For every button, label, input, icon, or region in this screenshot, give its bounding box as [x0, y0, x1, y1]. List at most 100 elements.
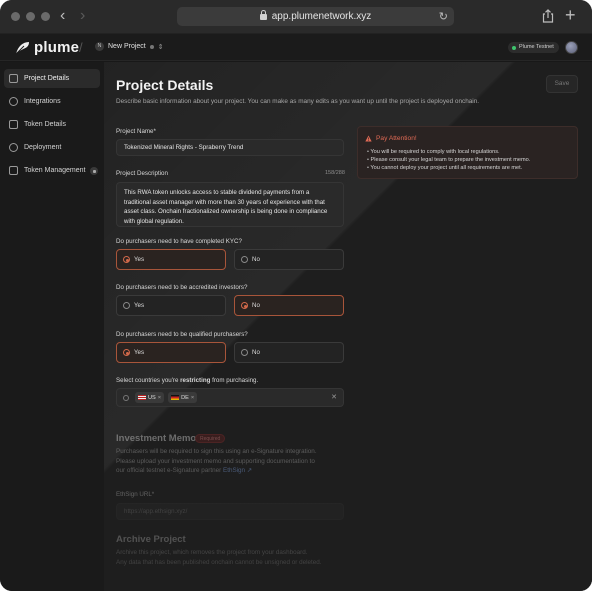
sidebar-item-project-details[interactable]: Project Details — [4, 69, 100, 88]
radio-selected-icon — [123, 256, 130, 263]
radio-icon — [241, 256, 248, 263]
archive-line: Archive this project, which removes the … — [116, 549, 308, 556]
plume-logo-icon — [15, 41, 29, 54]
attention-callout: Pay Attention! You will be required to c… — [357, 126, 578, 179]
countries-label-text: Select countries you're — [116, 377, 181, 384]
kyc-question: Do purchasers need to have completed KYC… — [116, 238, 242, 245]
country-chip-de[interactable]: DE × — [168, 392, 198, 403]
browser-window: ‹ › app.plumenetwork.xyz ↻ + plume / N N… — [0, 0, 592, 591]
accredited-question: Do purchasers need to be accredited inve… — [116, 284, 248, 291]
minimize-window-button[interactable] — [26, 12, 35, 21]
required-badge: Required — [195, 434, 226, 443]
sidebar-item-deployment[interactable]: Deployment — [4, 138, 100, 157]
countries-label-emphasis: restricting — [180, 377, 211, 384]
reload-icon[interactable]: ↻ — [439, 10, 448, 23]
address-bar[interactable]: app.plumenetwork.xyz ↻ — [177, 7, 454, 26]
app-header: plume / N New Project ⇕ Plume Testnet — [0, 34, 592, 61]
memo-line: Purchasers will be required to sign this… — [116, 448, 317, 455]
radio-icon — [123, 302, 130, 309]
project-name: New Project — [108, 43, 146, 50]
sidebar-item-label: Integrations — [24, 98, 61, 105]
option-label: No — [252, 302, 260, 309]
project-status-dot — [149, 44, 154, 49]
attention-title: Pay Attention! — [365, 135, 417, 142]
kyc-no-option[interactable]: No — [234, 249, 344, 270]
option-label: Yes — [134, 302, 145, 309]
option-label: Yes — [134, 256, 145, 263]
accredited-yes-option[interactable]: Yes — [116, 295, 226, 316]
country-code: DE — [181, 394, 189, 401]
accredited-no-option[interactable]: No — [234, 295, 344, 316]
list-item: You will be required to comply with loca… — [367, 148, 530, 156]
close-window-button[interactable] — [11, 12, 20, 21]
maximize-window-button[interactable] — [41, 12, 50, 21]
country-code: US — [148, 394, 156, 401]
investment-memo-title: Investment Memo — [116, 433, 197, 444]
logo-text: plume — [34, 39, 80, 56]
country-chip-us[interactable]: US × — [135, 392, 165, 403]
sidebar-item-token-management[interactable]: Token Management — [4, 161, 100, 180]
page-subtitle: Describe basic information about your pr… — [116, 98, 480, 105]
remove-icon[interactable]: × — [191, 395, 194, 401]
option-label: No — [252, 349, 260, 356]
archive-line: Any data that has been published onchain… — [116, 558, 322, 566]
save-button[interactable]: Save — [546, 75, 578, 93]
network-badge[interactable]: Plume Testnet — [508, 42, 559, 53]
warning-icon — [365, 135, 372, 142]
clear-icon[interactable]: ✕ — [331, 393, 337, 401]
url-text: app.plumenetwork.xyz — [271, 11, 372, 22]
ethsign-url-input[interactable]: https://app.ethsign.xyz/ — [116, 503, 344, 520]
ethsign-url-label: EthSign URL* — [116, 491, 155, 498]
sidebar-item-token-details[interactable]: Token Details — [4, 115, 100, 134]
lock-icon — [259, 9, 267, 21]
chevron-right-icon[interactable]: › — [80, 8, 96, 24]
select-all-radio[interactable] — [123, 394, 129, 401]
option-label: No — [252, 256, 260, 263]
de-flag-icon — [171, 395, 180, 400]
chevron-left-icon[interactable]: ‹ — [60, 8, 76, 24]
project-name-input[interactable]: Tokenized Mineral Rights - Spraberry Tre… — [116, 139, 344, 156]
chevron-updown-icon: ⇕ — [157, 43, 164, 51]
archive-project-text: Archive this project, which removes the … — [116, 548, 366, 567]
list-item: Please consult your legal team to prepar… — [367, 156, 531, 164]
plus-icon[interactable]: + — [565, 5, 576, 25]
lock-icon — [90, 166, 99, 175]
page-title: Project Details — [116, 77, 214, 93]
project-name-label: Project Name* — [116, 128, 156, 135]
memo-line-text: our official testnet e-Signature partner — [116, 467, 223, 474]
breadcrumb-separator: / — [79, 40, 83, 55]
attention-title-text: Pay Attention! — [376, 135, 417, 142]
remove-icon[interactable]: × — [158, 395, 161, 401]
sidebar-item-label: Token Management — [24, 167, 86, 174]
project-description-textarea[interactable]: This RWA token unlocks access to stable … — [116, 182, 344, 227]
scroll-fade-overlay — [104, 457, 592, 591]
sidebar-item-label: Deployment — [24, 144, 62, 151]
countries-label: Select countries you're restricting from… — [116, 377, 258, 384]
radio-selected-icon — [241, 302, 248, 309]
user-avatar[interactable] — [565, 41, 578, 54]
description-char-counter: 158/288 — [325, 170, 345, 176]
list-icon — [9, 166, 18, 175]
project-avatar: N — [95, 42, 104, 51]
window-controls — [11, 12, 50, 21]
list-item: You cannot deploy your project until all… — [367, 164, 530, 172]
memo-line: Please upload your investment memo and s… — [116, 457, 315, 465]
logo[interactable]: plume — [15, 39, 79, 56]
share-icon[interactable] — [542, 9, 554, 23]
qualified-question: Do purchasers need to be qualified purch… — [116, 331, 248, 338]
sidebar-item-integrations[interactable]: Integrations — [4, 92, 100, 111]
ethsign-link[interactable]: EthSign ↗ — [223, 467, 252, 474]
us-flag-icon — [138, 395, 146, 400]
option-label: Yes — [134, 349, 145, 356]
sidebar: Project Details Integrations Token Detai… — [0, 62, 104, 591]
qualified-yes-option[interactable]: Yes — [116, 342, 226, 363]
radio-icon — [241, 349, 248, 356]
countries-multiselect[interactable]: US × DE × ✕ — [116, 388, 344, 407]
countries-label-text: from purchasing. — [210, 377, 259, 384]
document-icon — [9, 74, 18, 83]
main-content: Project Details Describe basic informati… — [104, 62, 592, 591]
globe-icon — [9, 143, 18, 152]
project-selector[interactable]: N New Project ⇕ — [95, 42, 164, 51]
kyc-yes-option[interactable]: Yes — [116, 249, 226, 270]
qualified-no-option[interactable]: No — [234, 342, 344, 363]
